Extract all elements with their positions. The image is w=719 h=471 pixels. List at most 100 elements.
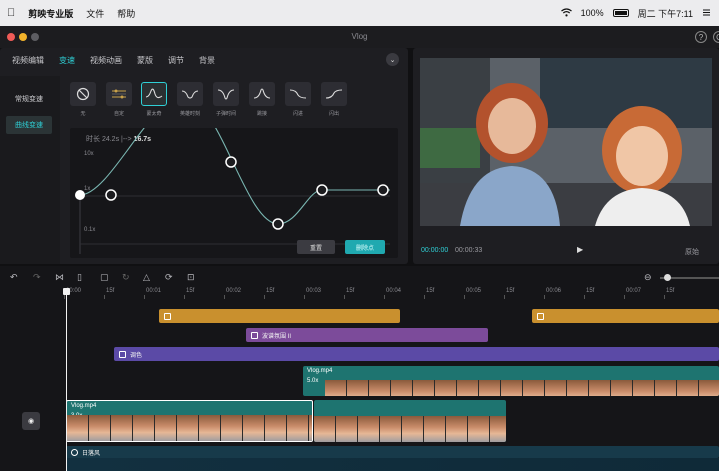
preset-label: 自定 bbox=[113, 111, 124, 117]
redo-icon[interactable]: ↷ bbox=[33, 272, 41, 283]
video-clip-overlay[interactable]: Vlog.mp4 5.0x bbox=[303, 366, 719, 396]
video-preview[interactable] bbox=[420, 58, 712, 226]
chevron-down-icon[interactable]: ⌄ bbox=[386, 53, 399, 66]
flash-in-curve-icon bbox=[285, 82, 311, 106]
sticker-clip[interactable] bbox=[159, 309, 400, 323]
video-thumbnail-strip bbox=[325, 380, 719, 396]
music-icon bbox=[71, 448, 78, 456]
preset-label: 子弹时间 bbox=[215, 111, 236, 117]
audio-waveform bbox=[66, 458, 719, 471]
delete-icon[interactable]: ▯ bbox=[77, 272, 82, 283]
sticker-icon bbox=[164, 312, 171, 320]
playhead[interactable] bbox=[63, 288, 70, 471]
preset-flash-out[interactable]: 闪出 bbox=[319, 82, 349, 117]
speed-curve-line bbox=[79, 128, 390, 225]
help-icon[interactable]: ? bbox=[695, 31, 707, 43]
video-clip-main-selected[interactable]: Vlog.mp4 3.0x bbox=[66, 400, 313, 442]
zoom-out-icon[interactable]: ⊖ bbox=[644, 272, 652, 283]
timeline-panel: ↶ ↷ ⋈ ▯ ▢ ↻ △ ⟳ ⊡ ⊖ 00:00 15f 00:01 15f … bbox=[0, 266, 719, 471]
property-tabs: 视频编辑 变速 视频动画 蒙版 调节 背景 ⌄ bbox=[0, 48, 408, 72]
menubar-clock[interactable]: 周二 下午7:11 bbox=[638, 7, 693, 20]
curve-point-start[interactable] bbox=[75, 190, 85, 200]
sidebar-item-normal-speed[interactable]: 常规变速 bbox=[6, 90, 52, 108]
settings-icon[interactable]: C bbox=[713, 31, 719, 43]
preset-label: 闪出 bbox=[328, 111, 339, 117]
curve-point[interactable] bbox=[316, 184, 328, 196]
adjust-icon bbox=[119, 350, 126, 358]
audio-clip[interactable]: 日落风 bbox=[66, 446, 719, 458]
menu-help[interactable]: 帮助 bbox=[117, 7, 135, 20]
split-icon[interactable]: ⋈ bbox=[55, 272, 64, 283]
curve-point-end[interactable] bbox=[377, 184, 389, 196]
speed-mode-sidebar: 常规变速 曲线变速 bbox=[0, 76, 60, 264]
video-thumbnail-strip bbox=[314, 416, 506, 442]
menu-app-name[interactable]: 剪映专业版 bbox=[28, 7, 73, 20]
current-time: 00:00:00 bbox=[421, 247, 449, 254]
apple-icon[interactable]:  bbox=[7, 7, 15, 19]
undo-icon[interactable]: ↶ bbox=[10, 272, 18, 283]
tab-video-edit[interactable]: 视频编辑 bbox=[12, 55, 44, 66]
adjust-clip-label: 调色 bbox=[130, 352, 143, 359]
speed-curve-editor[interactable]: 时长 24.2s |--> 16.7s 10x 1x 0.1x 重置 删除点 bbox=[70, 128, 398, 258]
reverse-icon[interactable]: ↻ bbox=[122, 272, 130, 283]
tab-mask[interactable]: 蒙版 bbox=[137, 55, 153, 66]
window-titlebar: Vlog ? C bbox=[0, 26, 719, 48]
jump-cut-curve-icon bbox=[249, 82, 275, 106]
sticker-clip[interactable] bbox=[532, 309, 719, 323]
freeze-frame-icon[interactable]: ▢ bbox=[100, 272, 109, 283]
tab-background[interactable]: 背景 bbox=[199, 55, 215, 66]
video-clip-main[interactable] bbox=[314, 400, 506, 442]
wifi-icon[interactable] bbox=[560, 7, 572, 19]
tab-adjust[interactable]: 调节 bbox=[168, 55, 184, 66]
ruler-tick: 00:07 bbox=[623, 288, 642, 299]
preset-label: 跳接 bbox=[256, 111, 267, 117]
curve-point[interactable] bbox=[105, 189, 117, 201]
flash-out-curve-icon bbox=[321, 82, 347, 106]
battery-percent: 100% bbox=[580, 8, 604, 18]
preset-montage[interactable]: 蒙太奇 bbox=[139, 82, 169, 117]
adjust-clip[interactable]: 调色 bbox=[114, 347, 719, 361]
hero-moment-curve-icon bbox=[177, 82, 203, 106]
crop-icon[interactable]: ⊡ bbox=[187, 272, 195, 283]
preset-jump-cut[interactable]: 跳接 bbox=[247, 82, 277, 117]
preset-flash-in[interactable]: 闪进 bbox=[283, 82, 313, 117]
tab-video-animation[interactable]: 视频动画 bbox=[90, 55, 122, 66]
ruler-tick: 15f bbox=[103, 288, 115, 299]
tab-speed[interactable]: 变速 bbox=[59, 55, 75, 66]
none-icon bbox=[70, 82, 96, 106]
reset-button[interactable]: 重置 bbox=[297, 240, 335, 254]
preset-bullet-time[interactable]: 子弹时间 bbox=[211, 82, 241, 117]
preset-label: 蒙太奇 bbox=[146, 111, 162, 117]
ruler-tick: 15f bbox=[423, 288, 435, 299]
video-clip-name: Vlog.mp4 bbox=[71, 403, 97, 409]
preset-label: 英雄时刻 bbox=[179, 111, 200, 117]
zoom-slider-handle[interactable] bbox=[664, 274, 671, 281]
play-icon[interactable]: ▶ bbox=[577, 245, 583, 254]
menu-file[interactable]: 文件 bbox=[86, 7, 104, 20]
cover-button[interactable]: ◉ bbox=[22, 412, 40, 430]
ruler-tick: 15f bbox=[263, 288, 275, 299]
battery-icon[interactable] bbox=[612, 9, 629, 17]
sidebar-item-curve-speed[interactable]: 曲线变速 bbox=[6, 116, 52, 134]
preset-hero-moment[interactable]: 英雄时刻 bbox=[175, 82, 205, 117]
curve-point[interactable] bbox=[272, 218, 284, 230]
video-thumbnail-strip bbox=[67, 415, 312, 441]
ruler-tick: 00:06 bbox=[543, 288, 562, 299]
menu-extra-icon[interactable] bbox=[702, 8, 711, 19]
curve-point[interactable] bbox=[225, 156, 237, 168]
preset-label: 闪进 bbox=[292, 111, 303, 117]
rotate-icon[interactable]: ⟳ bbox=[165, 272, 173, 283]
ruler-tick: 15f bbox=[343, 288, 355, 299]
preset-custom[interactable]: 自定 bbox=[104, 82, 134, 117]
text-clip[interactable]: 波谱氛围 II bbox=[246, 328, 488, 342]
curve-graph bbox=[75, 128, 390, 254]
preview-player: 00:00:00 00:00:33 ▶ 原始 bbox=[413, 48, 719, 264]
custom-curve-icon bbox=[106, 82, 132, 106]
ruler-tick: 15f bbox=[663, 288, 675, 299]
aspect-ratio-select[interactable]: 原始 bbox=[685, 247, 699, 257]
mirror-icon[interactable]: △ bbox=[143, 272, 150, 283]
delete-point-button[interactable]: 删除点 bbox=[345, 240, 385, 254]
sticker-icon bbox=[537, 312, 544, 320]
preset-none[interactable]: 无 bbox=[68, 82, 98, 117]
time-ruler[interactable]: 00:00 15f 00:01 15f 00:02 15f 00:03 15f … bbox=[60, 288, 719, 300]
